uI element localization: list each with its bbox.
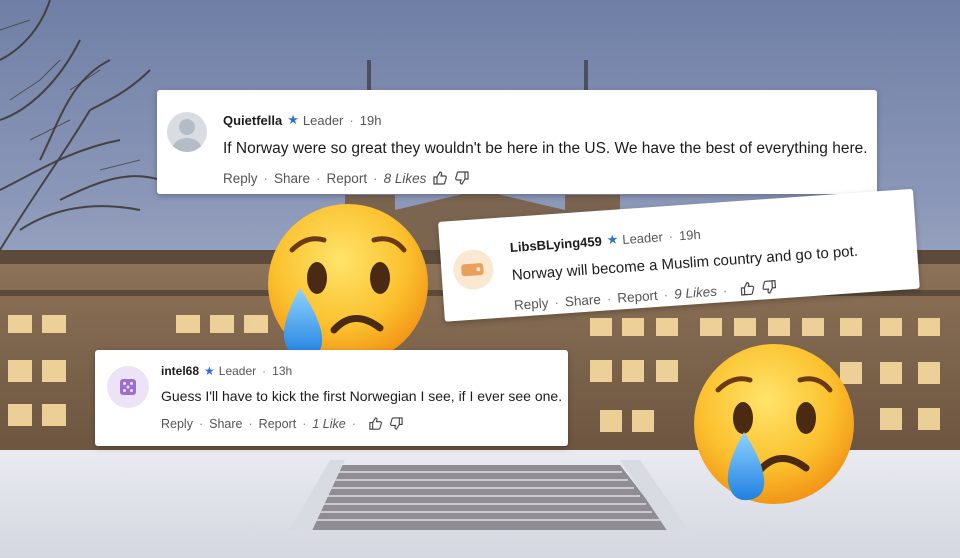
separator-dot: · <box>668 228 674 244</box>
separator-dot: · <box>316 170 321 186</box>
separator-dot: · <box>663 286 669 302</box>
separator-dot: · <box>373 170 378 186</box>
tag-icon[interactable] <box>452 248 495 291</box>
separator-dot: · <box>722 282 728 298</box>
thumbs-up-icon[interactable] <box>368 416 383 431</box>
default-user-icon[interactable] <box>167 112 207 152</box>
report-button[interactable]: Report <box>617 287 658 305</box>
comment-meta: LibsBLying459 ★ Leader · 19h <box>509 226 701 255</box>
like-count: 9 Likes <box>673 283 718 302</box>
thumbs-down-icon[interactable] <box>761 279 778 296</box>
thumbs-up-icon[interactable] <box>432 170 448 186</box>
separator-dot: · <box>198 416 204 431</box>
crying-face-emoji <box>688 340 860 517</box>
reply-button[interactable]: Reply <box>223 171 258 186</box>
separator-dot: · <box>606 290 612 306</box>
report-button[interactable]: Report <box>327 171 368 186</box>
username[interactable]: Quietfella <box>223 113 282 128</box>
thumbs-up-icon[interactable] <box>739 280 756 297</box>
comment-actions: Reply · Share · Report · 8 Likes <box>223 170 470 186</box>
timestamp: 13h <box>272 364 293 378</box>
separator-dot: · <box>302 416 307 431</box>
share-button[interactable]: Share <box>274 171 310 186</box>
username[interactable]: LibsBLying459 <box>509 233 602 254</box>
reply-button[interactable]: Reply <box>513 295 548 312</box>
comment-card: intel68 ★ Leader · 13h Guess I'll have t… <box>95 350 568 446</box>
separator-dot: · <box>351 416 356 431</box>
comment-text: Guess I'll have to kick the first Norweg… <box>161 388 563 404</box>
dice-icon[interactable] <box>107 366 149 408</box>
username[interactable]: intel68 <box>161 364 199 378</box>
star-icon: ★ <box>204 364 215 378</box>
timestamp: 19h <box>678 226 702 243</box>
separator-dot: · <box>248 416 253 431</box>
separator-dot: · <box>262 364 267 378</box>
comment-meta: Quietfella ★ Leader · 19h <box>223 112 381 128</box>
thumbs-down-icon[interactable] <box>454 170 470 186</box>
share-button[interactable]: Share <box>564 291 601 308</box>
like-count: 1 Like <box>312 416 346 431</box>
report-button[interactable]: Report <box>259 417 297 431</box>
star-icon: ★ <box>287 112 299 127</box>
separator-dot: · <box>263 170 269 186</box>
comment-meta: intel68 ★ Leader · 13h <box>161 364 292 378</box>
share-button[interactable]: Share <box>209 417 242 431</box>
timestamp: 19h <box>359 112 382 128</box>
separator-dot: · <box>349 112 354 128</box>
role-badge: Leader <box>621 228 664 247</box>
star-icon: ★ <box>606 231 619 248</box>
reply-button[interactable]: Reply <box>161 417 193 431</box>
comment-text: If Norway were so great they wouldn't be… <box>223 140 868 157</box>
role-badge: Leader <box>302 112 344 128</box>
thumbs-down-icon[interactable] <box>389 416 404 431</box>
comment-actions: Reply · Share · Report · 1 Like · <box>161 416 404 431</box>
like-count: 8 Likes <box>383 170 427 186</box>
separator-dot: · <box>553 294 560 310</box>
comment-card: Quietfella ★ Leader · 19h If Norway were… <box>157 90 877 194</box>
role-badge: Leader <box>218 364 257 378</box>
